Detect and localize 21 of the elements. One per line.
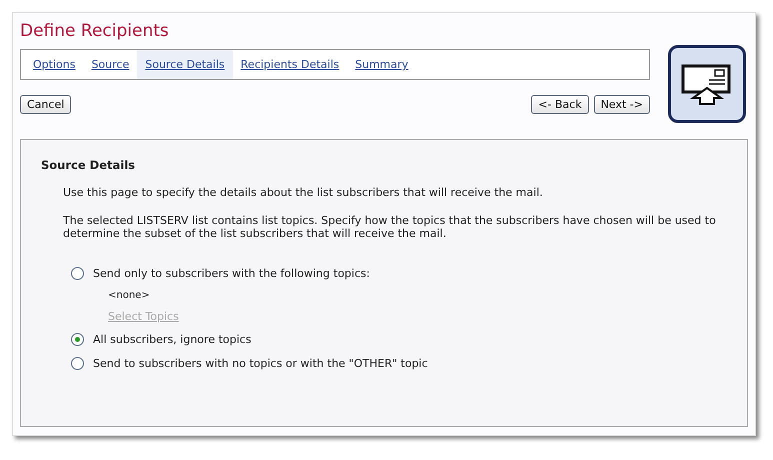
section-heading: Source Details — [41, 158, 136, 172]
option-label: All subscribers, ignore topics — [93, 333, 252, 346]
select-topics-link: Select Topics — [108, 308, 179, 325]
next-button[interactable]: Next -> — [594, 95, 650, 114]
instruction-text: Use this page to specify the details about the list subscribers that will receive the mail. — [63, 186, 544, 200]
radio-button[interactable] — [71, 333, 84, 346]
cancel-button[interactable]: Cancel — [20, 95, 72, 114]
option-label: Send only to subscribers with the following topics: — [93, 267, 370, 280]
topics-value: <none> — [108, 290, 150, 302]
mail-send-icon — [668, 45, 746, 123]
wizard-tab[interactable]: Options — [25, 50, 84, 79]
instruction-text: The selected LISTSERV list contains list topics. Specify how the topics that the subscribers have chosen will be used to determine the subset of the list subscribers that will receive the mail. — [63, 214, 717, 241]
back-button[interactable]: <- Back — [531, 95, 589, 114]
wizard-tab[interactable]: Source — [83, 50, 138, 79]
wizard-tab[interactable]: Summary — [347, 50, 416, 79]
option-label: Send to subscribers with no topics or with the "OTHER" topic — [93, 357, 428, 370]
wizard-tab[interactable]: Recipients Details — [232, 50, 348, 79]
page-title: Define Recipients — [20, 21, 170, 41]
wizard-tab[interactable]: Source Details — [137, 50, 233, 79]
radio-button[interactable] — [71, 357, 84, 370]
radio-button[interactable] — [71, 267, 84, 280]
